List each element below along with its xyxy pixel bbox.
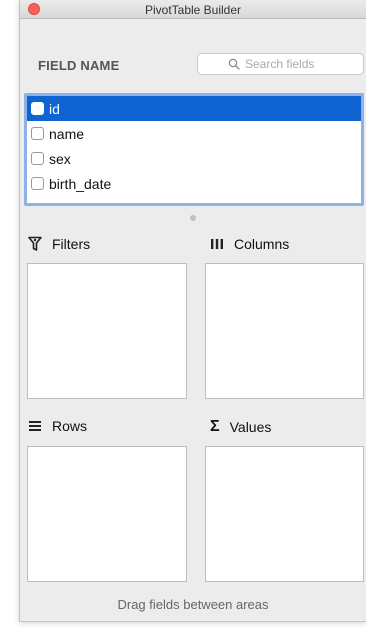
pivottable-builder-window: PivotTable Builder FIELD NAME id name se… [19, 0, 366, 622]
rows-drop-zone[interactable] [27, 446, 187, 582]
filters-drop-zone[interactable] [27, 263, 187, 399]
sigma-icon: Σ [210, 418, 220, 435]
values-area-label: Σ Values [210, 418, 271, 436]
field-label: id [49, 100, 60, 117]
field-checkbox-name[interactable] [31, 127, 44, 140]
field-item-birth-date[interactable]: birth_date [27, 171, 361, 196]
splitter-handle[interactable] [190, 215, 196, 221]
search-field[interactable] [197, 53, 364, 75]
field-label: name [49, 125, 85, 142]
field-checkbox-id[interactable] [31, 102, 44, 115]
filters-label: Filters [52, 236, 91, 252]
field-label: birth_date [49, 175, 112, 192]
field-item-name[interactable]: name [27, 121, 361, 146]
values-label: Values [229, 419, 272, 435]
filter-funnel-icon [28, 236, 42, 252]
window-title: PivotTable Builder [144, 3, 242, 17]
columns-label: Columns [234, 236, 290, 252]
field-item-id[interactable]: id [27, 96, 361, 121]
columns-icon [210, 237, 224, 251]
page: PivotTable Builder FIELD NAME id name se… [0, 0, 366, 628]
rows-area-label: Rows [28, 418, 87, 434]
field-checkbox-birth-date[interactable] [31, 177, 44, 190]
columns-drop-zone[interactable] [205, 263, 364, 399]
search-icon [228, 58, 240, 70]
field-name-header: FIELD NAME [38, 58, 120, 73]
field-item-sex[interactable]: sex [27, 146, 361, 171]
columns-area-label: Columns [210, 236, 289, 252]
field-checkbox-sex[interactable] [31, 152, 44, 165]
field-label: sex [49, 150, 71, 167]
rows-label: Rows [52, 418, 88, 434]
search-input[interactable] [245, 57, 333, 71]
filters-area-label: Filters [28, 236, 90, 252]
values-drop-zone[interactable] [205, 446, 364, 582]
title-bar[interactable]: PivotTable Builder [20, 0, 366, 19]
field-list[interactable]: id name sex birth_date [24, 93, 364, 206]
rows-icon [28, 419, 42, 433]
drag-hint: Drag fields between areas [117, 597, 269, 612]
